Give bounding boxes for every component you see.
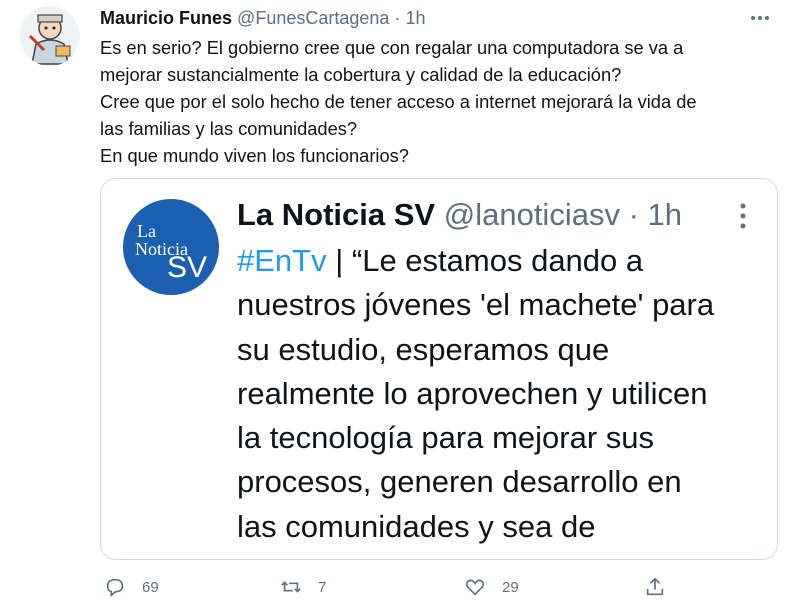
reply-icon xyxy=(106,578,124,597)
tweet-text-line: En que mundo viven los funcionarios? xyxy=(100,145,409,166)
retweet-icon xyxy=(281,581,301,593)
quoted-text-fragment: | “Le estamos dando a xyxy=(326,243,644,278)
hashtag-link[interactable]: #EnTv xyxy=(237,243,327,278)
quoted-text-line: las comunidades y sea de xyxy=(237,508,596,544)
author-name[interactable]: Mauricio Funes xyxy=(100,8,232,28)
quoted-text-line: #EnTv | “Le estamos dando a xyxy=(237,239,767,283)
reply-count: 69 xyxy=(142,578,159,596)
tweet-header: Mauricio Funes @FunesCartagena · 1h xyxy=(100,8,425,29)
tweet-text-line: Es en serio? El gobierno cree que con re… xyxy=(100,37,684,58)
tweet-text: Es en serio? El gobierno cree que con re… xyxy=(100,34,770,169)
cartoon-avatar-icon xyxy=(20,6,80,66)
quoted-author-avatar[interactable]: La Noticia SV xyxy=(123,199,219,295)
quoted-tweet-time[interactable]: 1h xyxy=(648,197,682,232)
retweet-button[interactable]: 7 xyxy=(280,576,326,598)
quoted-tweet-card[interactable]: La Noticia SV La Noticia SV @lanoticiasv… xyxy=(100,178,778,560)
separator-dot: · xyxy=(628,197,639,232)
quoted-tweet-text: #EnTv | “Le estamos dando a nuestros jóv… xyxy=(237,239,767,559)
avatar-logo-text: SV xyxy=(167,251,208,284)
like-count: 29 xyxy=(502,578,519,596)
like-button[interactable]: 29 xyxy=(464,576,519,598)
quoted-text-line: procesos, generen desarrollo en xyxy=(237,464,682,500)
share-icon xyxy=(646,577,664,596)
quoted-text-line: su estudio, esperamos que xyxy=(237,331,610,367)
quoted-text-line: la tecnología para mejorar sus xyxy=(237,420,655,456)
author-handle[interactable]: @FunesCartagena xyxy=(237,8,389,28)
quoted-header: La Noticia SV @lanoticiasv · 1h xyxy=(237,197,682,233)
quoted-more-icon[interactable] xyxy=(739,203,747,229)
tweet-text-line: Cree que por el solo hecho de tener acce… xyxy=(100,91,697,112)
like-icon xyxy=(465,579,485,596)
quoted-author-name[interactable]: La Noticia SV xyxy=(237,197,435,232)
quoted-author-handle[interactable]: @lanoticiasv xyxy=(444,197,620,232)
retweet-count: 7 xyxy=(318,578,327,596)
tweet-actions: 69 7 29 xyxy=(0,576,786,600)
tweet-text-line: mejorar sustancialmente la cobertura y c… xyxy=(100,64,622,85)
tweet-text-line: las familias y las comunidades? xyxy=(100,118,358,139)
quoted-text-line: realmente lo aprovechen y utilicen xyxy=(237,375,708,411)
separator-dot: · xyxy=(394,8,401,28)
quoted-text-line: nuestros jóvenes 'el machete' para xyxy=(237,287,715,323)
quoted-text-line: beneficio para sus familias", dijo el xyxy=(237,549,767,559)
share-button[interactable] xyxy=(644,576,666,598)
author-avatar[interactable] xyxy=(20,6,80,66)
more-icon[interactable] xyxy=(748,6,772,36)
tweet-time[interactable]: 1h xyxy=(405,8,425,28)
reply-button[interactable]: 69 xyxy=(104,576,159,598)
